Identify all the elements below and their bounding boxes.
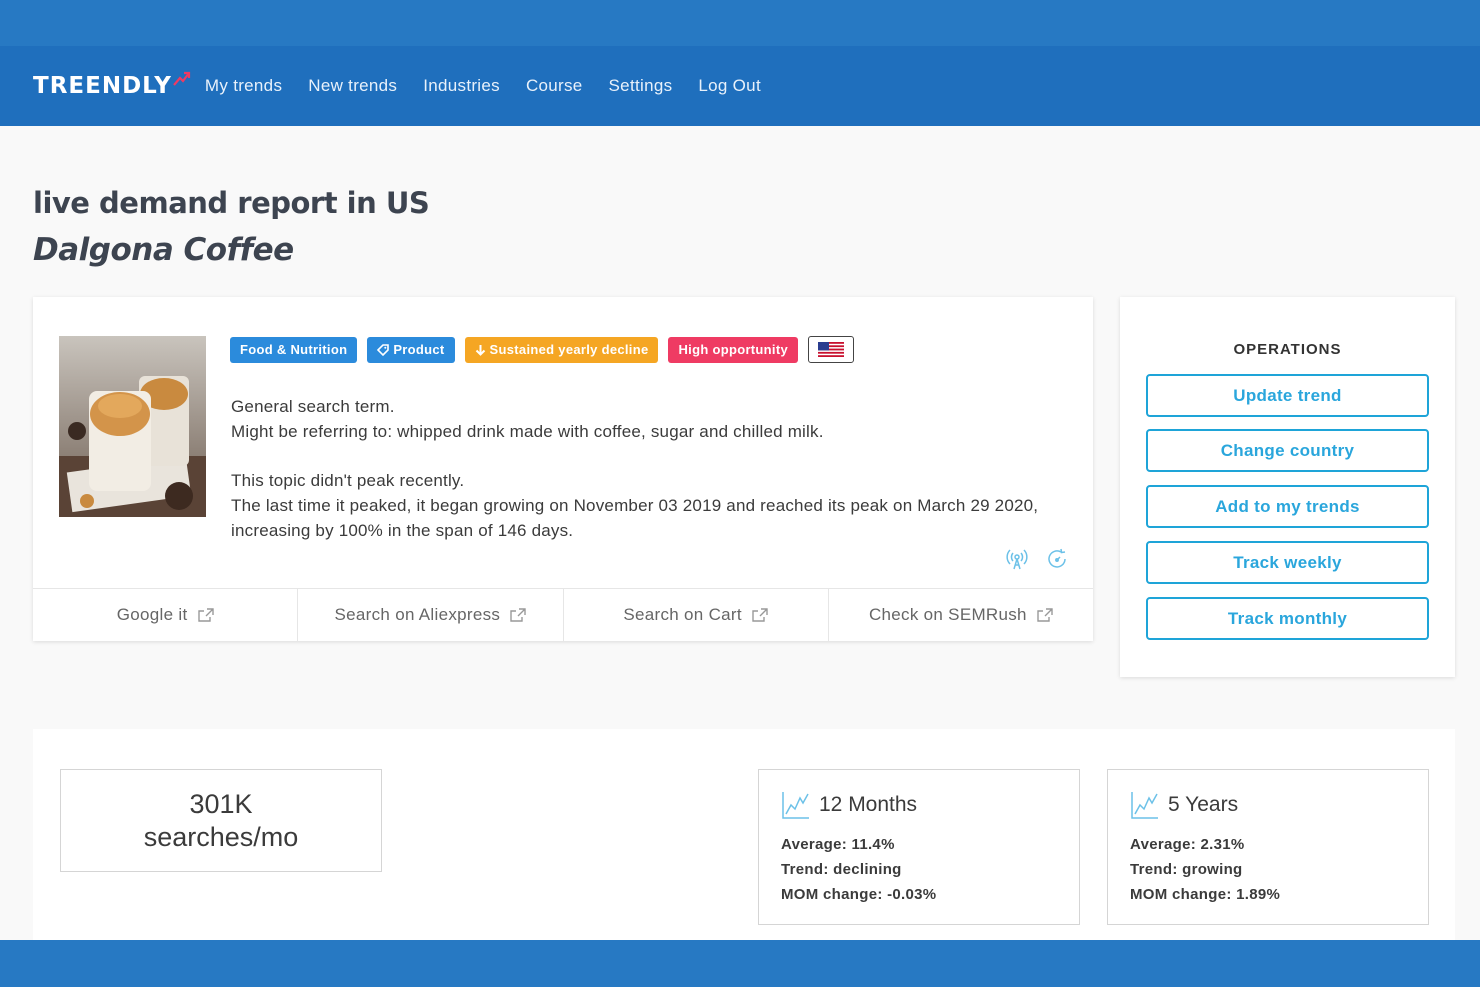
twelve-months-trend: Trend: declining [781,861,902,878]
add-to-my-trends-button[interactable]: Add to my trends [1146,485,1429,528]
nav-new-trends[interactable]: New trends [308,76,397,96]
update-trend-button[interactable]: Update trend [1146,374,1429,417]
broadcast-icon[interactable] [1005,547,1029,571]
external-links: Google it Search on Aliexpress Search on… [33,588,1093,641]
logo[interactable]: TREENDLY [33,71,191,99]
searches-per-month: 301K searches/mo [60,769,382,872]
external-link-icon [197,608,214,622]
trend-arrow-icon [173,71,191,86]
twelve-months-box: 12 Months Average: 11.4% Trend: declinin… [758,769,1080,925]
line-chart-icon [1131,792,1158,819]
twelve-months-title: 12 Months [819,793,918,816]
trend-description: General search term. Might be referring … [231,394,1071,543]
trend-thumbnail [59,336,206,517]
description-line: General search term. [231,397,395,416]
track-monthly-button[interactable]: Track monthly [1146,597,1429,640]
operations-panel: OPERATIONS Update trend Change country A… [1120,297,1455,677]
description-line: The last time it peaked, it began growin… [231,496,1039,540]
nav-my-trends[interactable]: My trends [205,76,282,96]
searches-unit: searches/mo [143,822,299,852]
nav-course[interactable]: Course [526,76,583,96]
semrush-link[interactable]: Check on SEMRush [829,589,1093,641]
five-years-box: 5 Years Average: 2.31% Trend: growing MO… [1107,769,1429,925]
opportunity-badge[interactable]: High opportunity [668,336,798,363]
top-band [0,0,1480,46]
nav-settings[interactable]: Settings [609,76,673,96]
nav-industries[interactable]: Industries [423,76,500,96]
nav-log-out[interactable]: Log Out [698,76,761,96]
stats-panel: 301K searches/mo 12 Months Average: 11.4… [33,729,1455,949]
refresh-icon[interactable] [1045,547,1069,571]
google-it-link[interactable]: Google it [33,589,299,641]
five-years-average: Average: 2.31% [1130,836,1245,853]
line-chart-icon [782,792,809,819]
twelve-months-mom: MOM change: -0.03% [781,886,937,903]
external-link-icon [1037,608,1053,622]
arrow-down-icon [475,344,485,356]
trend-card: Food & Nutrition Product Sustained yearl… [33,297,1093,641]
category-badge[interactable]: Food & Nutrition [230,336,358,363]
description-line: This topic didn't peak recently. [231,471,465,490]
logo-text: TREENDLY [33,73,172,99]
change-country-button[interactable]: Change country [1146,429,1429,472]
five-years-title: 5 Years [1168,793,1239,816]
five-years-trend: Trend: growing [1130,861,1243,878]
cart-link[interactable]: Search on Cart [564,589,829,641]
external-link-icon [510,608,526,622]
external-link-icon [752,608,768,622]
bottom-band [0,940,1480,987]
product-badge[interactable]: Product [367,336,455,363]
us-flag-icon [817,342,844,357]
decline-badge[interactable]: Sustained yearly decline [464,336,659,363]
track-weekly-button[interactable]: Track weekly [1146,541,1429,584]
operations-title: OPERATIONS [1233,341,1342,358]
badge-row: Food & Nutrition Product Sustained yearl… [230,336,854,363]
aliexpress-link[interactable]: Search on Aliexpress [298,589,564,641]
searches-value: 301K [189,789,253,819]
page-title: Dalgona Coffee [33,232,294,268]
description-line: Might be referring to: whipped drink mad… [231,422,824,441]
navbar: TREENDLY My trends New trends Industries… [0,46,1480,126]
page-heading: live demand report in US [33,186,430,220]
tag-icon [377,343,390,356]
five-years-mom: MOM change: 1.89% [1130,886,1281,903]
country-flag-button[interactable] [807,336,854,363]
twelve-months-average: Average: 11.4% [781,836,895,853]
card-action-icons [989,547,1069,571]
